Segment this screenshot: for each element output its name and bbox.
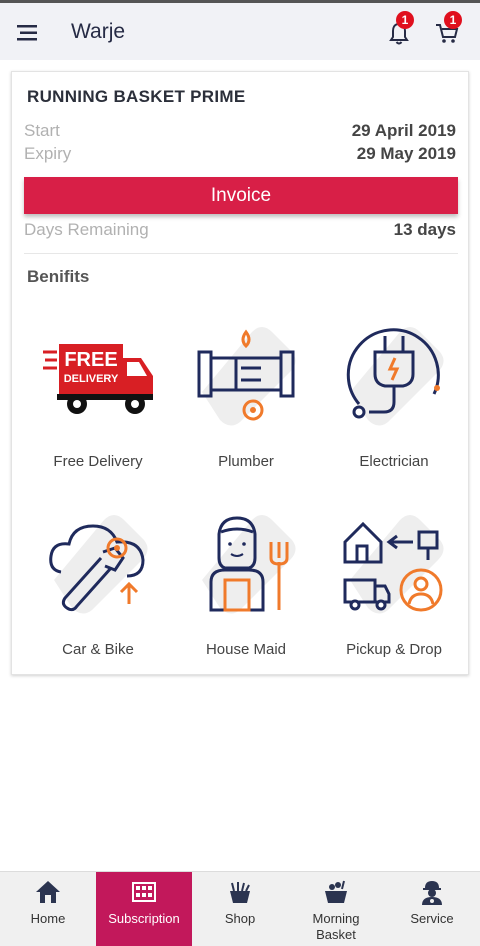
nav-morning-basket[interactable]: Morning Basket (288, 872, 384, 946)
benefit-label: Electrician (359, 453, 429, 470)
divider (24, 253, 458, 254)
menu-icon[interactable] (14, 22, 40, 44)
nav-label: Home (30, 911, 66, 926)
benefit-plumber[interactable]: Plumber (172, 312, 320, 482)
nav-service[interactable]: Service (384, 872, 480, 946)
app-header: Warje 1 1 (0, 3, 480, 60)
benefit-electrician[interactable]: Electrician (320, 312, 468, 482)
subscription-card: RUNNING BASKET PRIME Start 29 April 2019… (11, 71, 469, 675)
plug-icon (346, 328, 440, 419)
benefit-free-delivery[interactable]: FREE DELIVERY Free Delivery (24, 312, 172, 482)
wrench-gear-icon (49, 524, 145, 612)
invoice-button[interactable]: Invoice (24, 177, 458, 214)
nav-home[interactable]: Home (0, 872, 96, 946)
nav-shop[interactable]: Shop (192, 872, 288, 946)
benefit-label: Plumber (218, 453, 274, 470)
start-date: 29 April 2019 (351, 121, 456, 140)
notification-badge: 1 (396, 11, 414, 29)
benefit-car-bike[interactable]: Car & Bike (24, 500, 172, 670)
nav-label: Subscription (108, 911, 180, 926)
benefit-label: House Maid (205, 641, 287, 658)
benefit-pickup-drop[interactable]: Pickup & Drop (320, 500, 468, 670)
plan-title: RUNNING BASKET PRIME (27, 87, 246, 106)
home-icon (36, 881, 60, 903)
days-remaining-value: 13 days (393, 220, 456, 239)
maid-icon (209, 516, 289, 612)
benefit-house-maid[interactable]: House Maid (172, 500, 320, 670)
benefit-label: Car & Bike (62, 641, 134, 658)
free-delivery-truck-icon: FREE DELIVERY (43, 344, 153, 414)
benefit-label: Free Delivery (53, 453, 143, 470)
pipe-icon (197, 329, 295, 421)
benefits-title: Benifits (27, 267, 90, 286)
nav-label: Morning Basket (312, 911, 360, 942)
shop-icon (230, 882, 250, 903)
days-remaining-label: Days Remaining (24, 220, 149, 239)
benefit-label: Pickup & Drop (346, 641, 442, 658)
service-worker-icon (422, 881, 442, 905)
free-icon-text: FREE DELIVERY (64, 349, 119, 385)
subscription-icon (132, 882, 156, 902)
cart-badge: 1 (444, 11, 462, 29)
bottom-navigation: Home Subscription Shop Morning Basket Se… (0, 871, 480, 946)
basket-icon (325, 880, 347, 903)
nav-label: Service (410, 911, 454, 926)
expiry-label: Expiry (24, 144, 72, 163)
expiry-date: 29 May 2019 (356, 144, 456, 163)
nav-subscription[interactable]: Subscription (96, 872, 192, 946)
start-label: Start (24, 121, 60, 140)
pickup-drop-icon (343, 521, 443, 612)
location-title[interactable]: Warje (71, 20, 125, 44)
nav-label: Shop (224, 911, 256, 926)
